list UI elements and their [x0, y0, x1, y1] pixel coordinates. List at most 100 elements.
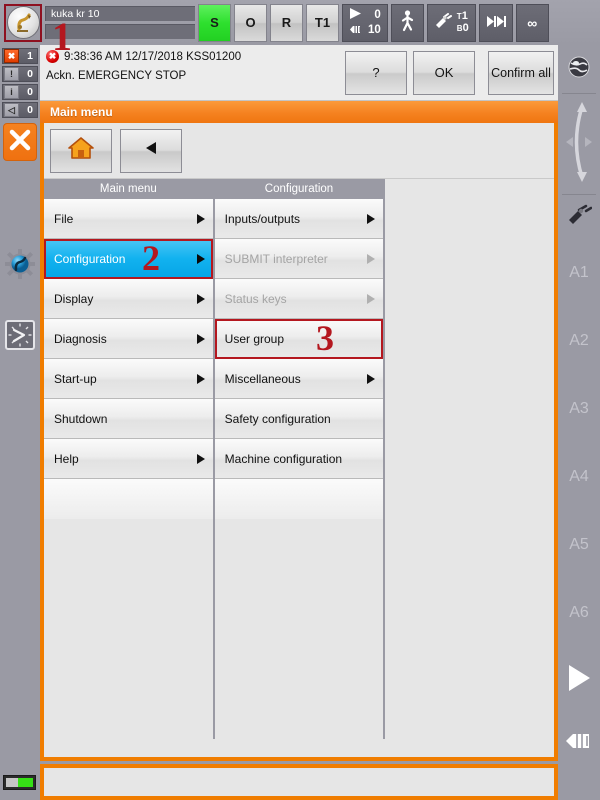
submit-name-field[interactable]: [45, 24, 195, 39]
robot-interpreter-button[interactable]: R: [270, 3, 303, 42]
increment-value-button[interactable]: ∞: [515, 3, 549, 42]
confirm-all-button[interactable]: Confirm all: [488, 50, 554, 95]
robot-badge[interactable]: [4, 3, 42, 42]
chevron-right-icon: [196, 213, 205, 224]
message-text-block[interactable]: ✖ 9:38:36 AM 12/17/2018 KSS01200 Ackn. E…: [40, 45, 341, 100]
menu-columns: Main menu File Configuration Display Dia…: [44, 179, 554, 739]
right-sidebar: A1 A2 A3 A4 A5 A6: [558, 45, 600, 800]
menu-item-label: Machine configuration: [224, 451, 343, 466]
axis-jog-a4[interactable]: A4: [558, 443, 600, 511]
increment-button[interactable]: [478, 3, 513, 42]
drives-ready-button[interactable]: O: [234, 3, 267, 42]
inputs-outputs-menu-item[interactable]: Inputs/outputs: [214, 199, 384, 239]
display-menu-item[interactable]: Display: [44, 279, 213, 319]
column-header-configuration: Configuration: [214, 179, 384, 199]
jog-hand-icon: [349, 24, 363, 37]
home-button[interactable]: [50, 128, 112, 173]
chevron-right-icon: [196, 293, 205, 304]
smartpad-screen: kuka kr 10 S O R T1 0 10 T1 B0 ∞ ✖ 9:38:…: [0, 0, 600, 800]
stop-x-button[interactable]: [3, 123, 37, 161]
status-keys-menu-item: Status keys: [214, 279, 384, 319]
page-title: Main menu: [50, 105, 113, 119]
coordinate-jog-arrows-icon: [562, 99, 596, 190]
back-button[interactable]: [120, 128, 182, 173]
user-group-menu-item[interactable]: User group: [214, 319, 384, 359]
menu-list-filler: [214, 479, 384, 519]
play-triangle-icon: [349, 8, 363, 21]
shutdown-menu-item[interactable]: Shutdown: [44, 399, 213, 439]
message-area: ✖ 9:38:36 AM 12/17/2018 KSS01200 Ackn. E…: [40, 45, 558, 101]
play-triangle-icon: [566, 664, 592, 697]
message-text: Ackn. EMERGENCY STOP: [46, 70, 187, 82]
file-menu-item[interactable]: File: [44, 199, 213, 239]
menu-item-label: Help: [54, 451, 79, 466]
menu-item-label: File: [54, 211, 74, 226]
menu-item-label: Diagnosis: [54, 331, 107, 346]
world-coordinate-button[interactable]: [558, 45, 600, 93]
window-title-bar: Main menu: [40, 101, 558, 123]
configuration-menu-item[interactable]: Configuration: [44, 239, 213, 279]
axis-jog-a2[interactable]: A2: [558, 307, 600, 375]
machine-configuration-menu-item[interactable]: Machine configuration: [214, 439, 384, 479]
message-timestamp: 9:38:36 AM 12/17/2018 KSS01200: [64, 50, 242, 63]
message-counter-list: ✖ 1 ! 0 i 0 ◁ 0: [0, 45, 40, 118]
menu-item-label: User group: [224, 331, 285, 346]
walking-man-icon: [400, 10, 415, 35]
program-run-button[interactable]: [558, 647, 600, 713]
submit-interpreter-menu-item: SUBMIT interpreter: [214, 239, 384, 279]
warning-message-icon: !: [4, 67, 19, 81]
chevron-right-icon: [367, 213, 376, 224]
counter-row[interactable]: ✖ 1: [2, 48, 38, 64]
override-button[interactable]: 0 10: [342, 3, 388, 42]
menu-column-main: Main menu File Configuration Display Dia…: [44, 179, 213, 739]
axis-jog-a5[interactable]: A5: [558, 511, 600, 579]
menu-item-label: Status keys: [224, 291, 287, 306]
axis-jog-a1[interactable]: A1: [558, 239, 600, 307]
menu-item-label: Display: [54, 291, 94, 306]
robot-gear-icon: [5, 249, 35, 284]
menu-item-label: Shutdown: [54, 411, 108, 426]
menu-item-label: Inputs/outputs: [224, 211, 301, 226]
tool-jog-icon: [566, 204, 593, 231]
note-message-icon: i: [4, 85, 19, 99]
clock-button[interactable]: [3, 320, 37, 355]
menu-list-configuration: Inputs/outputs SUBMIT interpreter Status…: [214, 199, 384, 739]
jog-hand-icon: [564, 729, 594, 758]
counter-row[interactable]: i 0: [2, 84, 38, 100]
column-header-main: Main menu: [44, 179, 213, 199]
menu-list-main: File Configuration Display Diagnosis Sta…: [44, 199, 213, 739]
chevron-right-icon: [367, 293, 376, 304]
jog-hand-button[interactable]: [558, 713, 600, 773]
axis-jog-a3[interactable]: A3: [558, 375, 600, 443]
stop-x-icon: [8, 128, 32, 157]
tool-number: 1: [461, 9, 468, 22]
status-message-line[interactable]: [40, 764, 558, 800]
ok-button[interactable]: OK: [413, 50, 475, 95]
counter-value: 0: [27, 86, 33, 98]
message-buttons: ? OK Confirm all: [341, 45, 558, 100]
safety-configuration-menu-item[interactable]: Safety configuration: [214, 399, 384, 439]
tool-base-button[interactable]: T1 B0: [426, 3, 476, 42]
left-sidebar: ✖ 1 ! 0 i 0 ◁ 0: [0, 45, 40, 800]
chevron-right-icon: [196, 253, 205, 264]
counter-value: 1: [27, 50, 33, 62]
help-button[interactable]: ?: [345, 50, 407, 95]
base-number: 0: [462, 21, 469, 34]
miscellaneous-menu-item[interactable]: Miscellaneous: [214, 359, 384, 399]
robot-name-field[interactable]: kuka kr 10: [45, 6, 195, 21]
error-message-icon: ✖: [4, 49, 19, 63]
operating-mode-button[interactable]: T1: [306, 3, 339, 42]
diagnosis-menu-item[interactable]: Diagnosis: [44, 319, 213, 359]
tool-jog-button[interactable]: [558, 195, 600, 239]
robot-gear-button[interactable]: [3, 249, 37, 284]
coordinate-jog-button[interactable]: [558, 94, 600, 194]
counter-row[interactable]: ! 0: [2, 66, 38, 82]
walking-man-button[interactable]: [390, 3, 424, 42]
back-arrow-icon: [142, 140, 160, 161]
menu-list-filler: [44, 479, 213, 519]
axis-jog-a6[interactable]: A6: [558, 579, 600, 647]
start-up-menu-item[interactable]: Start-up: [44, 359, 213, 399]
counter-row[interactable]: ◁ 0: [2, 102, 38, 118]
help-menu-item[interactable]: Help: [44, 439, 213, 479]
drives-status-button[interactable]: S: [198, 3, 231, 42]
